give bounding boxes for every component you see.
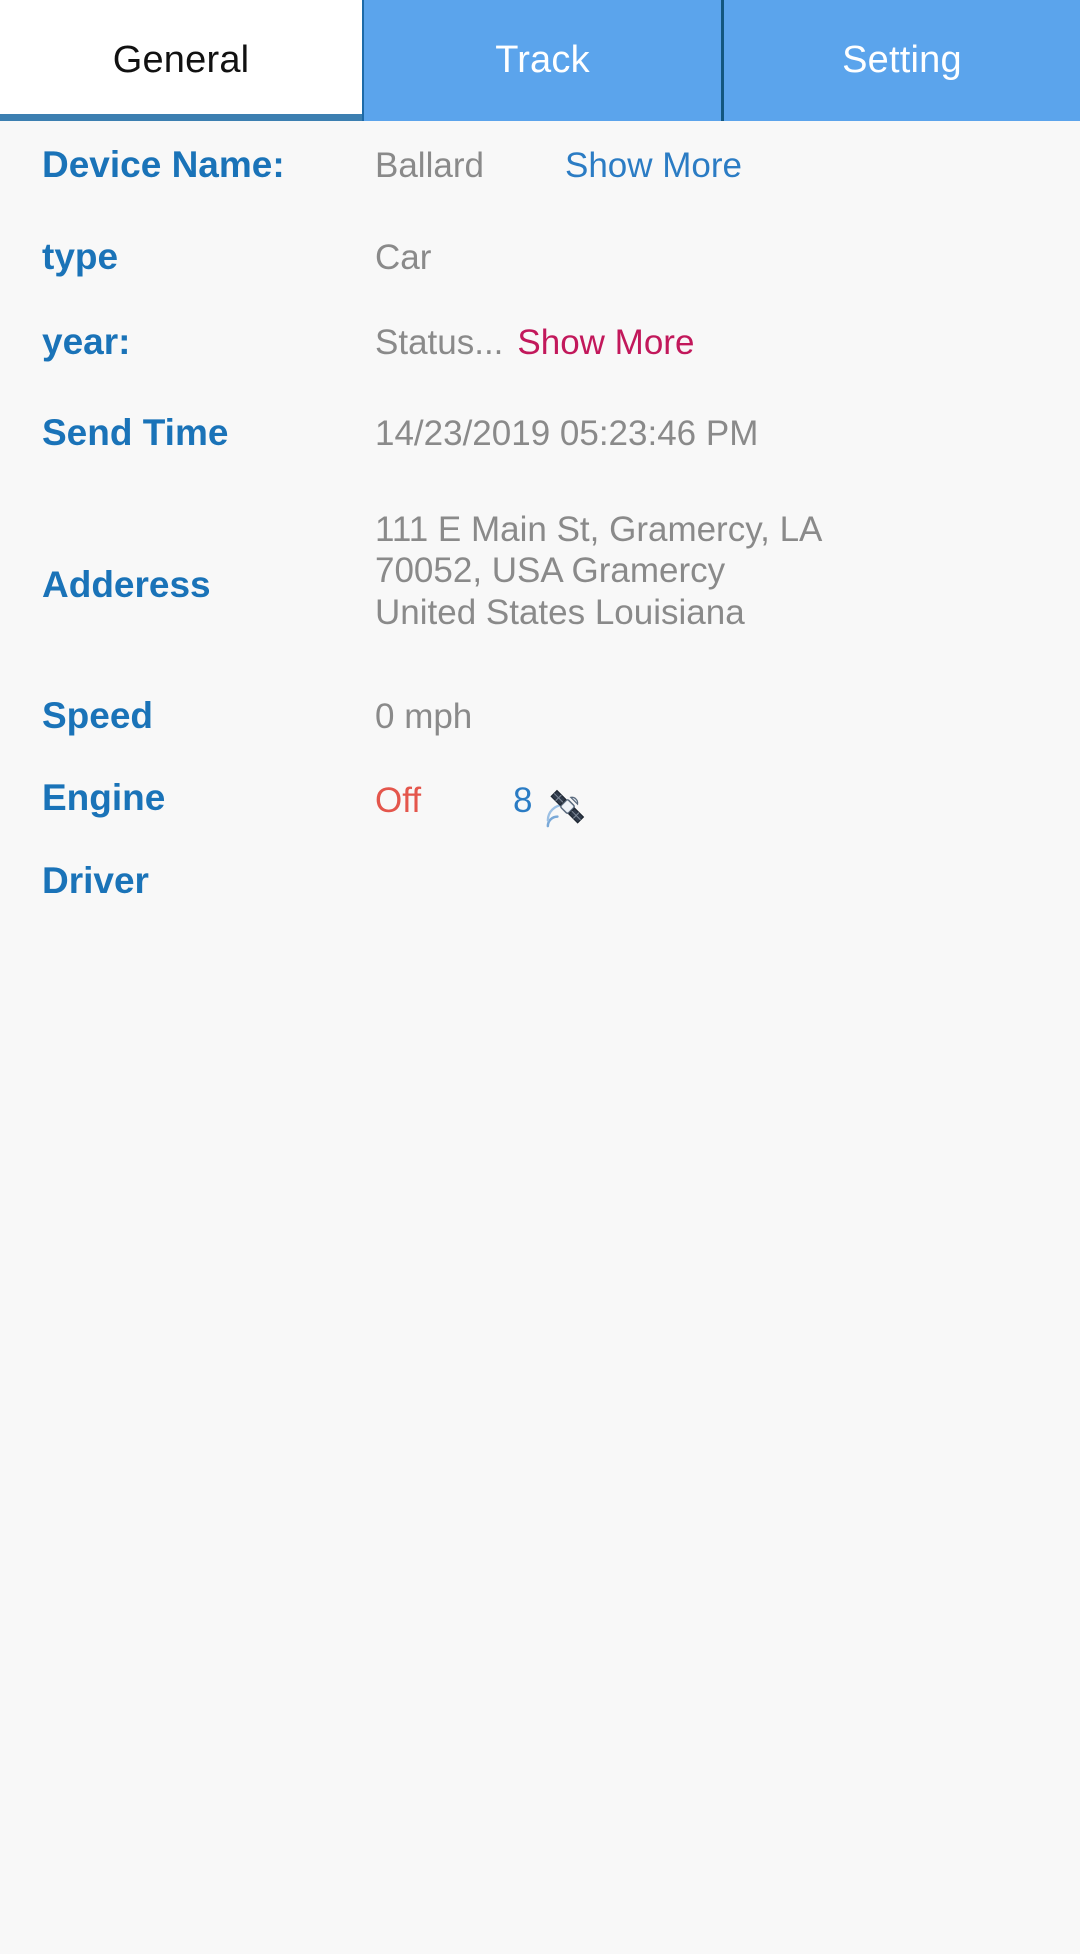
- value-engine: Off 8: [375, 778, 1080, 828]
- value-year: Status... Show More: [375, 322, 1080, 363]
- row-engine: Engine Off 8: [0, 777, 1080, 840]
- label-type: type: [42, 236, 119, 277]
- speed-value: 0 mph: [375, 697, 473, 736]
- satellite-count: 8: [513, 781, 533, 821]
- tab-track[interactable]: Track: [362, 0, 721, 121]
- row-send-time: Send Time 14/23/2019 05:23:46 PM: [0, 412, 1080, 475]
- tab-setting-label: Setting: [842, 39, 962, 81]
- tab-general[interactable]: General: [0, 0, 362, 121]
- send-time-value: 14/23/2019 05:23:46 PM: [375, 414, 759, 453]
- device-name-show-more-link[interactable]: Show More: [565, 145, 742, 186]
- row-device-name: Device Name: Ballard Show More: [0, 144, 1080, 207]
- year-status-value: Status...: [375, 323, 504, 362]
- row-driver: Driver: [0, 860, 1080, 923]
- value-type: Car: [375, 237, 1080, 278]
- value-send-time: 14/23/2019 05:23:46 PM: [375, 413, 1080, 454]
- device-name-value: Ballard: [375, 146, 484, 185]
- label-speed: Speed: [42, 695, 154, 736]
- satellite-indicator: 8: [513, 778, 590, 828]
- address-line-1: 111 E Main St, Gramercy, LA: [375, 510, 823, 549]
- label-address: Adderess: [42, 564, 211, 605]
- label-send-time: Send Time: [42, 412, 229, 453]
- label-device-name: Device Name:: [42, 144, 285, 185]
- satellite-icon: [544, 784, 590, 830]
- type-value: Car: [375, 238, 432, 277]
- active-tab-indicator: [0, 114, 362, 121]
- row-speed: Speed 0 mph: [0, 695, 1080, 758]
- general-details-panel: Device Name: Ballard Show More type Car …: [0, 121, 1080, 923]
- label-year: year:: [42, 321, 131, 362]
- row-address: Adderess 111 E Main St, Gramercy, LA 700…: [0, 509, 1080, 659]
- tab-track-label: Track: [495, 39, 590, 81]
- value-address: 111 E Main St, Gramercy, LA 70052, USA G…: [375, 509, 1080, 633]
- address-line-2: 70052, USA Gramercy: [375, 551, 726, 591]
- label-driver: Driver: [42, 860, 149, 901]
- engine-status-value: Off: [375, 781, 422, 821]
- tab-general-label: General: [112, 39, 250, 81]
- row-type: type Car: [0, 236, 1080, 299]
- value-device-name: Ballard Show More: [375, 145, 1080, 186]
- tab-bar: General Track Setting: [0, 0, 1080, 121]
- tab-setting[interactable]: Setting: [721, 0, 1080, 121]
- label-engine: Engine: [42, 777, 166, 818]
- address-line-3: United States Louisiana: [375, 592, 745, 632]
- value-speed: 0 mph: [375, 696, 1080, 737]
- row-year: year: Status... Show More: [0, 321, 1080, 384]
- year-show-more-link[interactable]: Show More: [517, 322, 694, 363]
